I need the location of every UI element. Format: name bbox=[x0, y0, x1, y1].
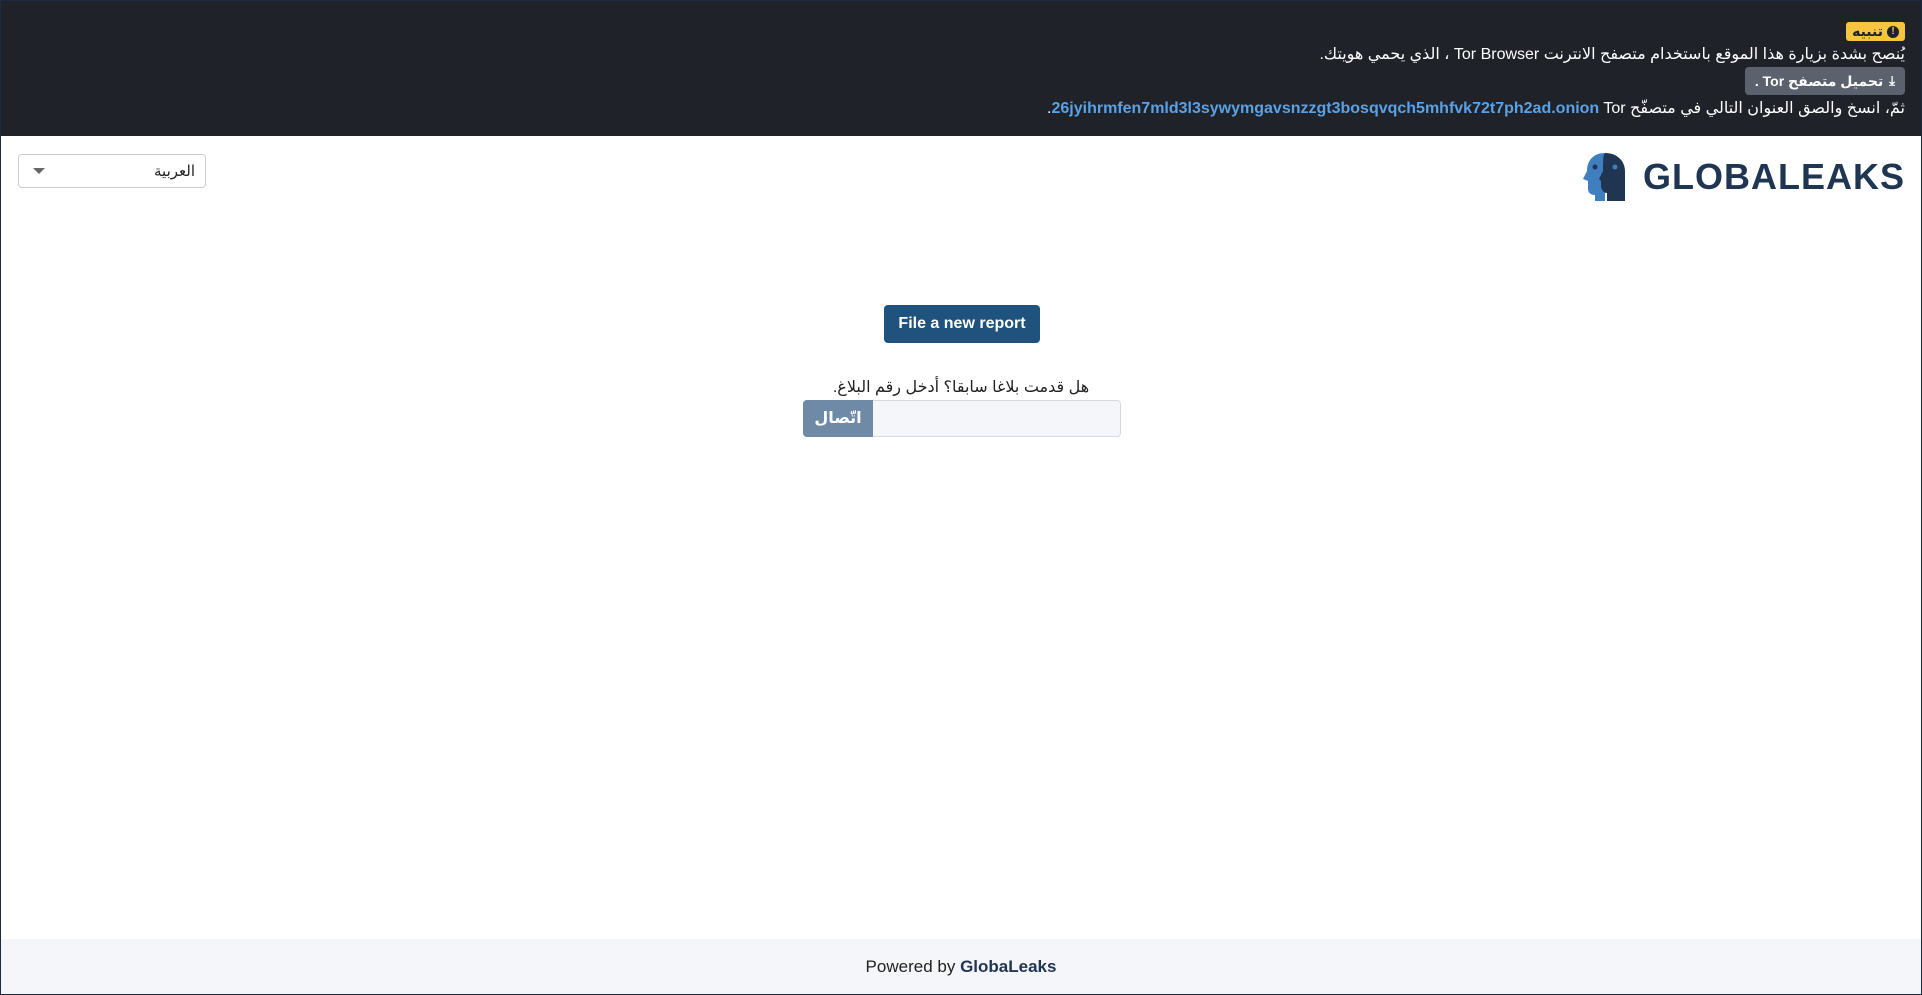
logo-text: GLOBALEAKS bbox=[1643, 156, 1905, 197]
download-tor-button[interactable]: ⤓ تحميل متصفح Tor . bbox=[1744, 67, 1905, 95]
language-select-value: العربية bbox=[154, 163, 195, 180]
download-tor-label: تحميل متصفح Tor . bbox=[1754, 73, 1884, 89]
footer-powered-by: Powered by bbox=[865, 957, 956, 976]
download-icon: ⤓ bbox=[1889, 73, 1895, 88]
chevron-down-icon bbox=[33, 168, 45, 174]
globaleaks-logo-icon bbox=[1583, 153, 1625, 201]
globaleaks-logo[interactable]: GLOBALEAKS bbox=[1579, 151, 1905, 203]
file-new-report-button[interactable]: File a new report bbox=[884, 305, 1040, 343]
exclamation-circle-icon: ! bbox=[1887, 25, 1899, 38]
footer-brand-link[interactable]: GlobaLeaks bbox=[960, 957, 1056, 976]
onion-instruction-text: ثمّ، انسخ والصق العنوان التالي في متصفّح… bbox=[1047, 99, 1905, 119]
receipt-input[interactable] bbox=[873, 400, 1121, 437]
onion-address-link[interactable]: 26jyihrmfen7mld3l3sywymgavsnzzgt3bosqvqc… bbox=[1051, 100, 1599, 117]
language-select[interactable]: العربية bbox=[18, 154, 206, 188]
warning-badge: ! تنبيه bbox=[1846, 22, 1905, 41]
page: ! تنبيه يُنصح بشدة بزيارة هذا الموقع باس… bbox=[0, 0, 1922, 995]
receipt-login-form: اتّصال bbox=[803, 400, 1121, 437]
tor-warning-banner: ! تنبيه يُنصح بشدة بزيارة هذا الموقع باس… bbox=[1, 1, 1921, 136]
receipt-prompt: هل قدمت بلاغا سابقا؟ أدخل رقم البلاغ. bbox=[832, 379, 1090, 396]
tor-recommendation-text: يُنصح بشدة بزيارة هذا الموقع باستخدام مت… bbox=[1319, 46, 1905, 63]
onion-instruction-prefix: ثمّ، انسخ والصق العنوان التالي في متصفّح bbox=[1630, 100, 1905, 117]
warning-badge-label: تنبيه bbox=[1852, 23, 1883, 39]
connect-button[interactable]: اتّصال bbox=[803, 400, 873, 437]
footer: Powered by GlobaLeaks bbox=[1, 939, 1921, 994]
